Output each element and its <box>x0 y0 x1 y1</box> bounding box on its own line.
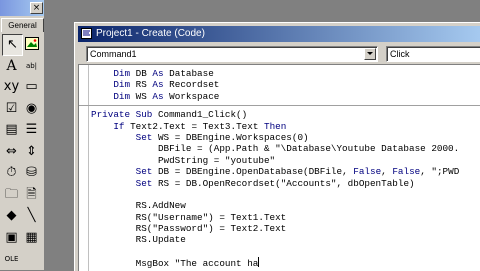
code-keyword: As <box>152 90 164 102</box>
code-token: Recordset <box>163 79 220 91</box>
code-line[interactable]: MsgBox "The account ha <box>91 257 480 270</box>
code-keyword: Set <box>135 131 153 143</box>
procedure-separator <box>79 102 480 109</box>
code-keyword: Set <box>135 166 153 178</box>
code-keyword: False <box>353 166 382 178</box>
toolbox: × General ↖ Aab| xy ▭ ☑ ◉ ▤ ☰ ⇔ ⇕ ⏱ ⛁ 🗀 🗎 ◆ ╲ ▣ ▦ OLE <box>0 0 45 270</box>
tool-pointer-icon[interactable]: ↖ <box>2 34 23 56</box>
code-line[interactable]: RS("Password") = Text2.Text <box>91 223 480 234</box>
code-window-title: Project1 - Create (Code) <box>96 28 205 39</box>
code-token: DBFile = (App.Path & "\Database\Youtube … <box>91 143 460 155</box>
code-keyword: If <box>113 120 125 132</box>
procedure-combobox-value: Click <box>390 49 410 59</box>
tool-drivelistbox-icon[interactable]: ⛁ <box>22 163 41 183</box>
code-line[interactable]: RS("Username") = Text1.Text <box>91 212 480 223</box>
code-token: WS = DBEngine.Workspaces(0) <box>152 131 309 143</box>
tool-filelistbox-icon[interactable]: 🗎 <box>22 185 41 205</box>
code-line[interactable]: Set WS = DBEngine.Workspaces(0) <box>91 132 480 143</box>
code-line[interactable]: PwdString = "youtube" <box>91 155 480 166</box>
object-combobox[interactable]: Command1 <box>86 46 378 62</box>
code-editor[interactable]: Dim DB As Database Dim RS As Recordset D… <box>78 64 480 271</box>
code-token: Database <box>163 68 214 79</box>
code-keyword: Set <box>135 177 153 189</box>
code-line[interactable]: Private Sub Command1_Click() <box>91 109 480 120</box>
tool-timer-icon[interactable]: ⏱ <box>2 163 21 183</box>
code-keyword: As <box>152 79 164 91</box>
code-line[interactable]: Set DB = DBEngine.OpenDatabase(DBFile, F… <box>91 166 480 177</box>
code-token: Workspace <box>163 90 220 102</box>
code-token: DB <box>130 68 153 79</box>
code-token: PwdString = "youtube" <box>91 154 276 166</box>
code-token: RS("Username") = Text1.Text <box>91 211 287 223</box>
code-window-titlebar[interactable]: Project1 - Create (Code) <box>78 26 480 42</box>
tool-optionbutton-icon[interactable]: ◉ <box>22 99 41 119</box>
tool-vscrollbar-icon[interactable]: ⇕ <box>22 142 41 162</box>
tool-image-icon[interactable]: ▣ <box>2 228 21 248</box>
code-line[interactable] <box>91 246 480 257</box>
text-caret <box>258 257 260 268</box>
code-keyword: Then <box>263 120 287 132</box>
code-token: Text2.Text = Text3.Text <box>124 120 264 132</box>
code-keyword: Dim <box>113 68 131 79</box>
toolbox-titlebar[interactable]: × <box>0 0 44 16</box>
tool-shape-icon[interactable]: ◆ <box>2 206 21 226</box>
object-combobox-dropdown-icon[interactable] <box>364 48 376 60</box>
tool-label-icon[interactable]: A <box>2 56 21 76</box>
code-editor-margin[interactable] <box>79 65 89 271</box>
procedure-combobox[interactable]: Click <box>386 46 480 62</box>
code-window-icon[interactable] <box>81 28 92 39</box>
code-line[interactable]: Dim RS As Recordset <box>91 79 480 90</box>
code-token: , <box>381 166 393 178</box>
tool-commandbutton-icon[interactable]: ▭ <box>22 77 41 97</box>
code-line[interactable]: RS.AddNew <box>91 200 480 211</box>
toolbox-tab-general[interactable]: General <box>1 18 44 32</box>
code-token: RS = DB.OpenRecordset("Accounts", dbOpen… <box>152 177 415 189</box>
tool-line-icon[interactable]: ╲ <box>22 206 41 226</box>
code-token: MsgBox "The account ha <box>91 258 259 270</box>
code-line[interactable]: Set RS = DB.OpenRecordset("Accounts", db… <box>91 178 480 189</box>
code-text[interactable]: Dim DB As Database Dim RS As Recordset D… <box>79 68 480 270</box>
tool-combobox-icon[interactable]: ▤ <box>2 120 21 140</box>
code-token: WS <box>130 90 153 102</box>
tool-hscrollbar-icon[interactable]: ⇔ <box>2 142 21 162</box>
code-token: RS <box>130 79 153 91</box>
tool-frame-icon[interactable]: xy <box>2 77 21 97</box>
code-token: , ";PWD <box>420 166 460 178</box>
toolbox-close-button[interactable]: × <box>30 2 43 14</box>
tool-textbox-icon[interactable]: ab| <box>22 56 41 76</box>
code-line[interactable]: RS.Update <box>91 234 480 245</box>
code-keyword: Private Sub <box>91 109 153 121</box>
code-token: RS.AddNew <box>91 200 186 212</box>
code-keyword: As <box>152 68 164 79</box>
mdi-workspace: Project1 - Create (Code) Command1 Click … <box>45 0 480 271</box>
tool-picturebox-icon[interactable] <box>22 34 41 54</box>
code-keyword: False <box>392 166 421 178</box>
code-token: Command1_Click() <box>152 109 248 121</box>
code-keyword: Dim <box>113 79 131 91</box>
code-line[interactable] <box>91 189 480 200</box>
tool-dirlistbox-icon[interactable]: 🗀 <box>2 185 21 205</box>
code-window: Project1 - Create (Code) Command1 Click … <box>74 22 480 271</box>
code-token: DB = DBEngine.OpenDatabase(DBFile, <box>152 166 354 178</box>
tool-listbox-icon[interactable]: ☰ <box>22 120 41 140</box>
code-line[interactable]: DBFile = (App.Path & "\Database\Youtube … <box>91 143 480 154</box>
code-token: RS.Update <box>91 234 186 246</box>
code-line[interactable]: Dim WS As Workspace <box>91 91 480 102</box>
code-line[interactable]: Dim DB As Database <box>91 68 480 79</box>
object-combobox-value: Command1 <box>90 49 137 59</box>
tool-ole-icon[interactable]: OLE <box>2 249 21 269</box>
code-token: RS("Password") = Text2.Text <box>91 223 287 235</box>
tool-data-icon[interactable]: ▦ <box>22 228 41 248</box>
code-keyword: Dim <box>113 90 131 102</box>
tool-checkbox-icon[interactable]: ☑ <box>2 99 21 119</box>
code-line[interactable]: If Text2.Text = Text3.Text Then <box>91 121 480 132</box>
